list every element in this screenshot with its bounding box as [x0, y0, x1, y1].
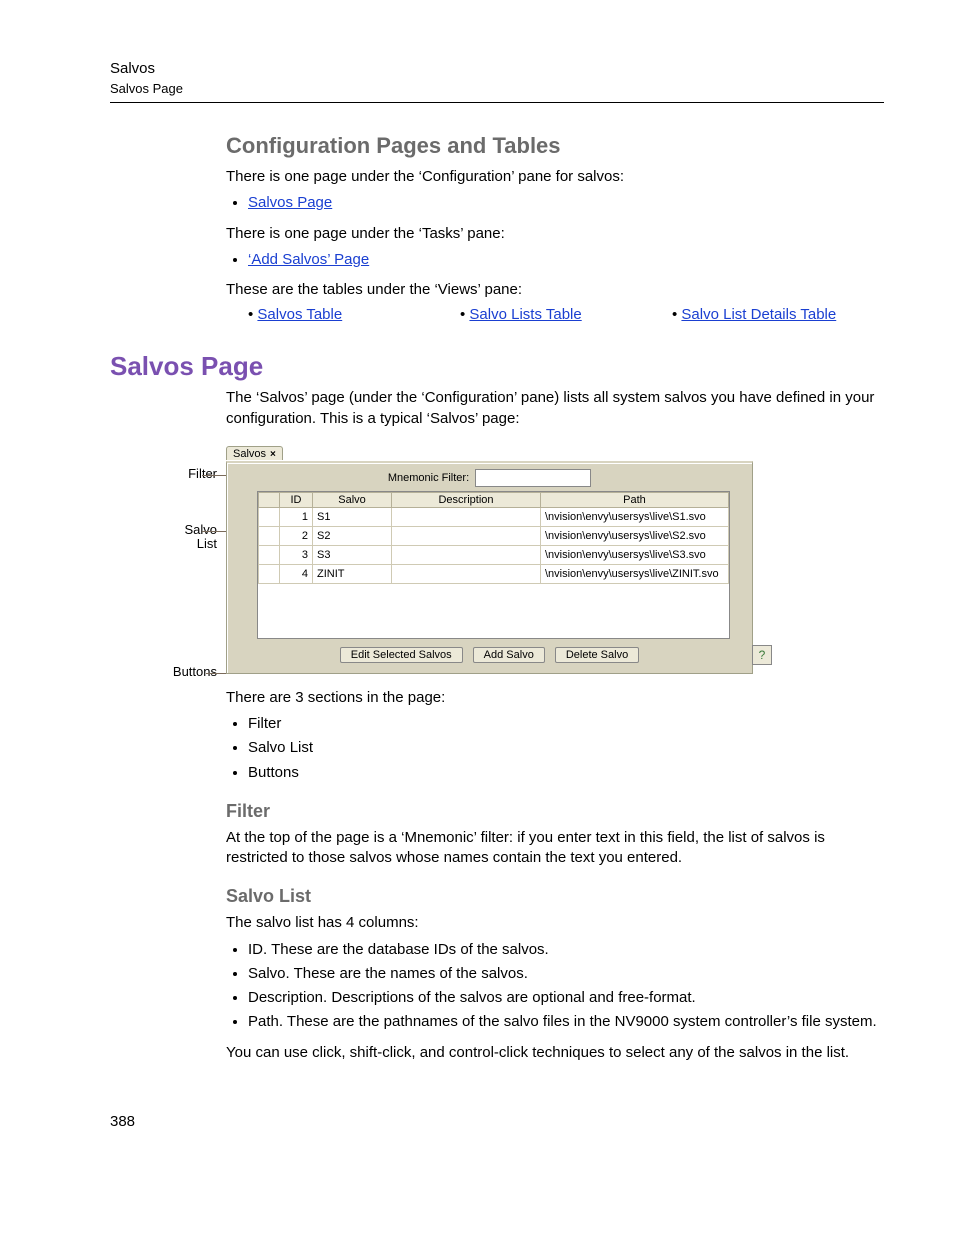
cfg-p2: There is one page under the ‘Tasks’ pane… — [226, 224, 884, 244]
cfg-p3: These are the tables under the ‘Views’ p… — [226, 280, 884, 300]
filter-p: At the top of the page is a ‘Mnemonic’ f… — [226, 828, 884, 869]
link-salvos-table[interactable]: Salvos Table — [257, 306, 342, 323]
delete-salvo-button[interactable]: Delete Salvo — [555, 647, 639, 663]
views-links-row: Salvos Table Salvo Lists Table Salvo Lis… — [248, 306, 884, 323]
link-salvos-page[interactable]: Salvos Page — [248, 194, 332, 211]
table-row[interactable]: 1S1\nvision\envy\usersys\live\S1.svo — [259, 507, 729, 526]
page-number: 388 — [110, 1113, 884, 1130]
cfg-p1: There is one page under the ‘Configurati… — [226, 167, 884, 187]
heading-config-pages: Configuration Pages and Tables — [226, 133, 884, 159]
tab-label: Salvos — [233, 448, 266, 460]
edit-selected-salvos-button[interactable]: Edit Selected Salvos — [340, 647, 463, 663]
link-salvo-list-details-table[interactable]: Salvo List Details Table — [681, 306, 836, 323]
after-item-1: Salvo List — [248, 738, 884, 758]
col-desc[interactable]: Description — [392, 492, 541, 507]
salvos-panel: Mnemonic Filter: ID Salvo Description — [226, 461, 753, 674]
link-salvo-lists-table[interactable]: Salvo Lists Table — [469, 306, 581, 323]
callout-list: List — [162, 537, 217, 551]
after-fig-p1: There are 3 sections in the page: — [226, 688, 884, 708]
close-icon[interactable]: × — [270, 449, 276, 460]
tab-salvos[interactable]: Salvos × — [226, 446, 283, 460]
mnemonic-filter-input[interactable] — [475, 469, 591, 487]
list-item-2: Description. Descriptions of the salvos … — [248, 988, 884, 1008]
after-item-0: Filter — [248, 714, 884, 734]
add-salvo-button[interactable]: Add Salvo — [473, 647, 545, 663]
list-item-1: Salvo. These are the names of the salvos… — [248, 964, 884, 984]
list-item-3: Path. These are the pathnames of the sal… — [248, 1012, 884, 1032]
salvos-page-figure: Filter Salvo List Buttons Salvos× — [166, 443, 776, 674]
after-item-2: Buttons — [248, 763, 884, 783]
table-row[interactable]: 4ZINIT\nvision\envy\usersys\live\ZINIT.s… — [259, 564, 729, 583]
col-id[interactable]: ID — [280, 492, 313, 507]
salvos-intro: The ‘Salvos’ page (under the ‘Configurat… — [226, 388, 884, 429]
list-p1: The salvo list has 4 columns: — [226, 913, 884, 933]
running-head-title: Salvos — [110, 60, 884, 77]
filter-label: Mnemonic Filter: — [388, 472, 469, 484]
table-row[interactable]: 2S2\nvision\envy\usersys\live\S2.svo — [259, 526, 729, 545]
grid-header-row: ID Salvo Description Path — [259, 492, 729, 507]
list-item-0: ID. These are the database IDs of the sa… — [248, 940, 884, 960]
heading-salvos-page: Salvos Page — [110, 351, 884, 382]
table-row[interactable]: 3S3\nvision\envy\usersys\live\S3.svo — [259, 545, 729, 564]
help-icon[interactable]: ? — [752, 645, 772, 665]
col-salvo[interactable]: Salvo — [313, 492, 392, 507]
col-path[interactable]: Path — [541, 492, 729, 507]
heading-filter: Filter — [226, 801, 884, 822]
running-head-subtitle: Salvos Page — [110, 81, 884, 96]
salvo-grid[interactable]: ID Salvo Description Path 1S1\nvision\en… — [257, 491, 730, 639]
heading-salvo-list: Salvo List — [226, 886, 884, 907]
list-p2: You can use click, shift-click, and cont… — [226, 1043, 884, 1063]
link-add-salvos-page[interactable]: ‘Add Salvos’ Page — [248, 251, 369, 268]
header-rule — [110, 102, 884, 103]
